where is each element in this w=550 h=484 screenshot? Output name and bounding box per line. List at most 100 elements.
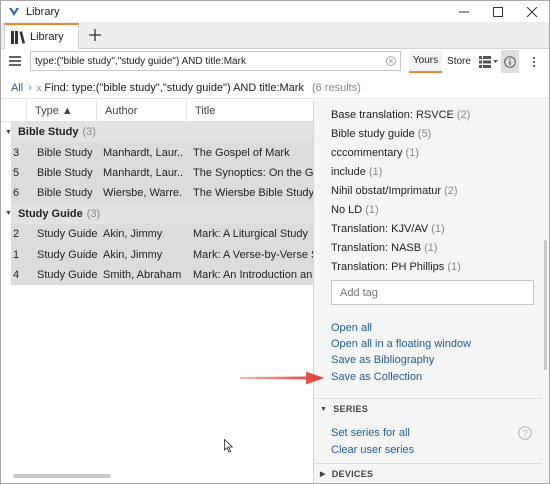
logos-app-icon	[9, 7, 19, 16]
title-bar: Library	[1, 1, 549, 22]
set-series-link[interactable]: Set series for all	[331, 427, 410, 439]
tag-count: (1)	[365, 204, 379, 216]
save-as-bibliography-link[interactable]: Save as Bibliography	[331, 354, 434, 366]
devices-section-title: DEVICES	[331, 469, 374, 479]
row-type: Study Guide	[37, 228, 98, 241]
save-as-collection-link[interactable]: Save as Collection	[331, 371, 422, 383]
tag-item[interactable]: Bible study guide (5)	[331, 128, 431, 144]
store-button[interactable]: Store	[444, 50, 474, 73]
add-tab-button[interactable]	[87, 27, 103, 43]
row-number: 6	[13, 187, 20, 200]
group-header-study-guide[interactable]: ▼ Study Guide (3)	[5, 203, 313, 224]
tag-item[interactable]: Translation: NASB (1)	[331, 242, 438, 258]
add-tag-input[interactable]	[340, 286, 530, 299]
row-title: The Wiersbe Bible Study	[193, 187, 313, 200]
clear-icon[interactable]	[386, 56, 396, 66]
row-author: Akin, Jimmy	[103, 248, 163, 261]
group-name: Bible Study	[17, 126, 79, 139]
search-input[interactable]	[31, 52, 376, 70]
results-table: ▼ Bible Study (3) 3 Bible Study Manhardt…	[1, 122, 313, 286]
tag-item[interactable]: cccommentary (1)	[331, 147, 419, 163]
collapse-caret-icon[interactable]: ▼	[320, 406, 327, 413]
series-section-header[interactable]: ▼ SERIES	[320, 404, 368, 414]
tag-item[interactable]: No LD (1)	[331, 204, 379, 220]
row-author: Smith, Abraham	[103, 268, 182, 281]
open-all-floating-link[interactable]: Open all in a floating window	[331, 338, 471, 350]
series-section-title: SERIES	[333, 404, 369, 414]
tag-item[interactable]: Base translation: RSVCE (2)	[331, 109, 470, 125]
close-window-button[interactable]	[515, 1, 549, 22]
vertical-scrollbar[interactable]	[544, 240, 547, 370]
devices-section-header[interactable]: ▶ DEVICES	[320, 469, 373, 479]
row-title: Mark: A Verse-by-Verse S	[193, 248, 313, 261]
section-divider	[314, 463, 542, 464]
row-title: The Gospel of Mark	[193, 146, 290, 159]
table-row[interactable]: 5 Bible Study Manhardt, Laur... The Syno…	[11, 162, 313, 184]
tag-count: (5)	[417, 128, 432, 140]
tag-count: (2)	[444, 185, 458, 197]
plus-icon	[89, 29, 101, 41]
tab-library[interactable]: Library	[4, 23, 79, 49]
tag-label: Translation: PH Phillips	[331, 261, 445, 273]
column-header-title[interactable]: Title	[187, 100, 313, 122]
tab-strip: Library	[1, 22, 549, 49]
more-button[interactable]	[529, 50, 539, 73]
row-type: Study Guide	[37, 268, 98, 281]
table-row[interactable]: 3 Bible Study Manhardt, Laur... The Gosp…	[11, 142, 313, 163]
horizontal-scrollbar[interactable]	[13, 474, 111, 478]
column-header-author[interactable]: Author	[97, 100, 187, 122]
tag-label: Base translation: RSVCE	[331, 109, 454, 121]
group-header-bible-study[interactable]: ▼ Bible Study (3)	[5, 122, 313, 143]
breadcrumb-separator: ›	[28, 81, 32, 94]
expand-caret-icon[interactable]: ▶	[320, 470, 326, 478]
column-header-num[interactable]	[1, 100, 27, 122]
row-number: 2	[13, 228, 20, 241]
layout-button[interactable]	[478, 50, 500, 73]
minimize-button[interactable]	[447, 1, 481, 22]
yours-button[interactable]: Yours	[409, 50, 442, 73]
table-header: Type ▲ Author Title	[1, 100, 313, 122]
collapse-caret-icon[interactable]: ▼	[5, 129, 12, 136]
collapse-caret-icon[interactable]: ▼	[5, 210, 12, 217]
results-count: (6 results)	[311, 81, 361, 94]
tag-item[interactable]: Translation: PH Phillips (1)	[331, 261, 461, 277]
remove-filter-icon[interactable]: x	[37, 83, 42, 93]
row-title: Mark: A Liturgical Study	[193, 228, 308, 241]
tag-label: Bible study guide	[331, 128, 415, 140]
table-row[interactable]: 6 Bible Study Wiersbe, Warre... The Wier…	[11, 183, 313, 204]
help-icon[interactable]: ?	[518, 426, 532, 440]
minimize-icon	[459, 11, 469, 12]
hamburger-icon[interactable]	[9, 55, 21, 67]
svg-text:?: ?	[522, 428, 527, 438]
tag-label: Nihil obstat/Imprimatur	[331, 185, 442, 197]
tag-count: (1)	[447, 261, 461, 273]
maximize-icon	[493, 6, 503, 17]
tag-item[interactable]: Translation: KJV/AV (1)	[331, 223, 445, 239]
grid-layout-icon	[479, 55, 498, 68]
tag-item[interactable]: include (1)	[331, 166, 382, 182]
row-author: Akin, Jimmy	[103, 228, 163, 241]
info-button[interactable]	[501, 50, 519, 73]
info-icon	[504, 55, 516, 68]
clear-user-series-link[interactable]: Clear user series	[331, 444, 414, 456]
group-count: (3)	[86, 207, 101, 220]
row-type: Bible Study	[37, 187, 93, 200]
table-row[interactable]: 1 Study Guide Akin, Jimmy Mark: A Verse-…	[11, 244, 313, 265]
row-title: The Synoptics: On the Go	[193, 166, 313, 179]
maximize-button[interactable]	[481, 1, 515, 22]
library-window: Library Library type:("bible study","stu…	[0, 0, 550, 484]
breadcrumb-find: Find: type:("bible study","study guide")…	[44, 81, 304, 94]
tag-label: Translation: NASB	[331, 242, 422, 254]
column-header-type[interactable]: Type ▲	[27, 100, 97, 122]
breadcrumb-all-link[interactable]: All	[11, 82, 23, 94]
breadcrumb: All › x Find: type:("bible study","study…	[1, 77, 549, 99]
books-icon	[11, 30, 25, 44]
tab-label: Library	[30, 31, 64, 43]
tag-item[interactable]: Nihil obstat/Imprimatur (2)	[331, 185, 458, 201]
toolbar: Yours Store	[1, 49, 549, 74]
table-row[interactable]: 4 Study Guide Smith, Abraham Mark: An In…	[11, 264, 313, 286]
tag-count: (1)	[424, 242, 438, 254]
open-all-link[interactable]: Open all	[331, 322, 372, 334]
tag-label: Translation: KJV/AV	[331, 223, 429, 235]
table-row[interactable]: 2 Study Guide Akin, Jimmy Mark: A Liturg…	[11, 223, 313, 245]
